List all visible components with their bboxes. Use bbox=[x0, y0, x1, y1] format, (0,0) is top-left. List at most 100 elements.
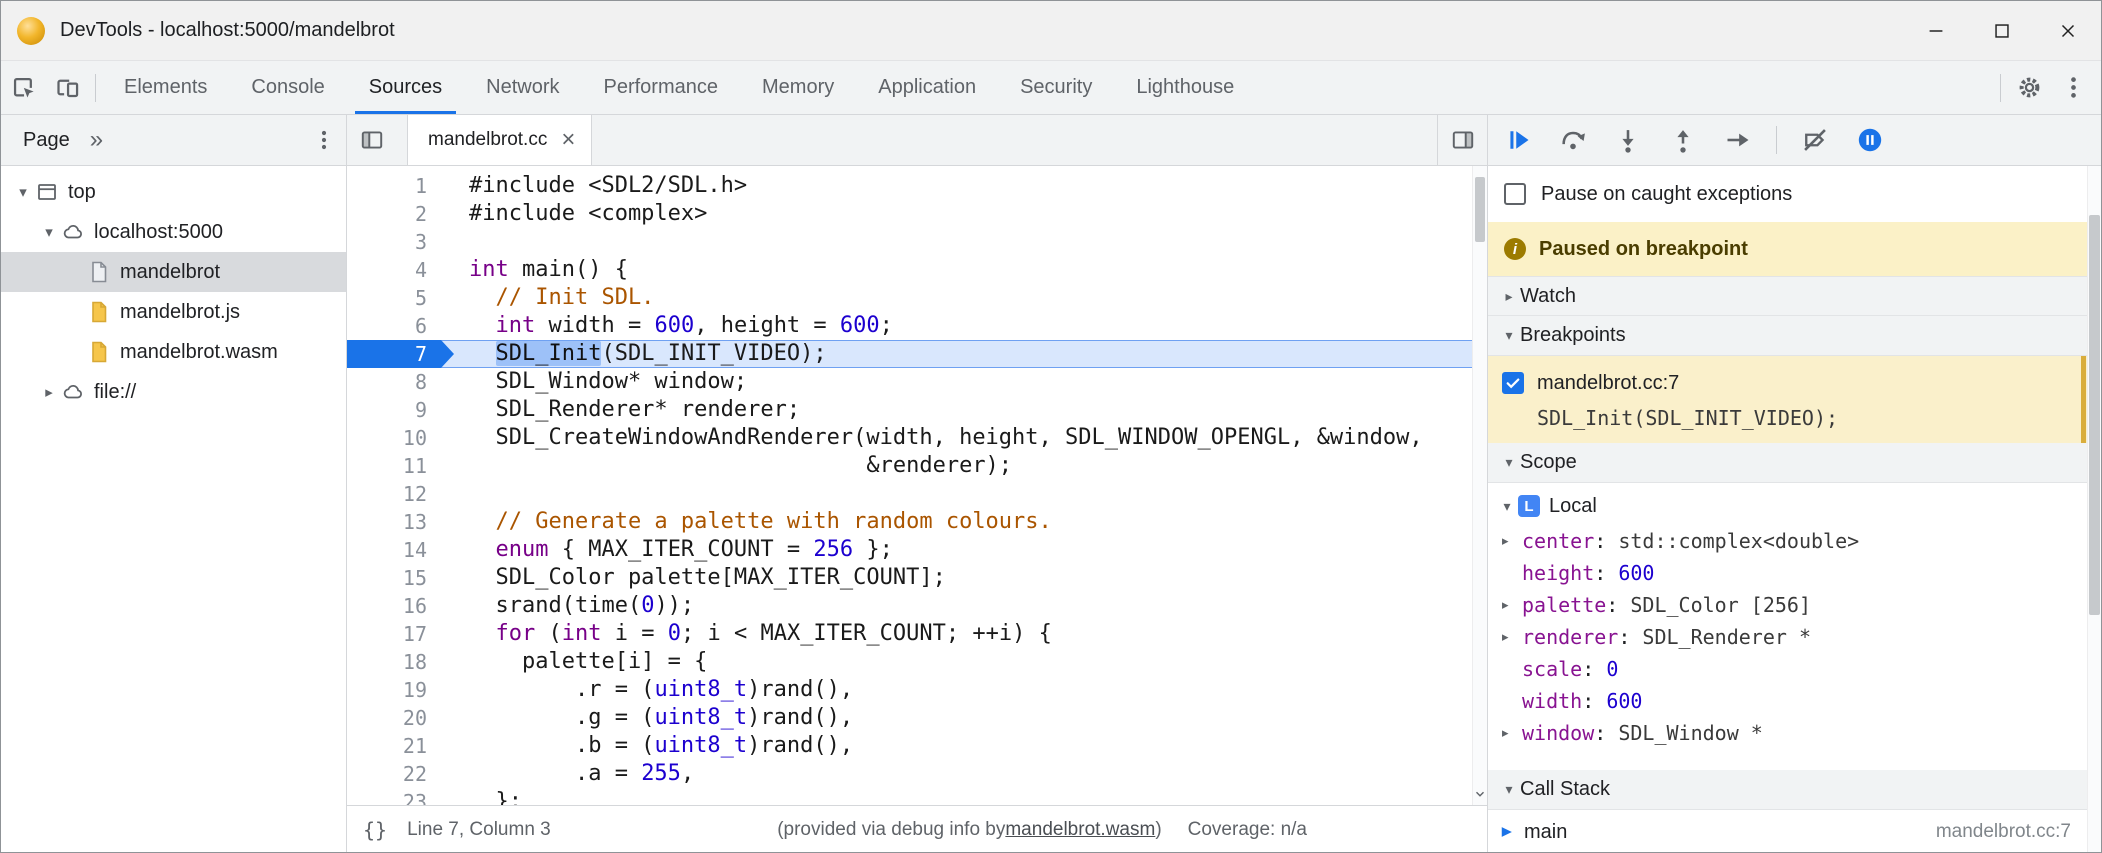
scroll-down-button[interactable] bbox=[1473, 787, 1487, 801]
wasm-link[interactable]: mandelbrot.wasm bbox=[1005, 819, 1155, 841]
line-number[interactable]: 17 bbox=[347, 620, 441, 648]
line-number[interactable]: 2 bbox=[347, 200, 441, 228]
code-text[interactable]: // Generate a palette with random colour… bbox=[441, 508, 1487, 536]
navigator-menu-button[interactable] bbox=[302, 115, 346, 165]
device-toolbar-button[interactable] bbox=[45, 61, 89, 114]
settings-button[interactable] bbox=[2007, 61, 2051, 114]
breakpoint-entry[interactable]: mandelbrot.cc:7 SDL_Init(SDL_INIT_VIDEO)… bbox=[1488, 356, 2101, 443]
code-text[interactable]: for (int i = 0; i < MAX_ITER_COUNT; ++i)… bbox=[441, 620, 1487, 648]
scrollbar-thumb[interactable] bbox=[1475, 177, 1485, 242]
tab-network[interactable]: Network bbox=[464, 61, 581, 114]
inspect-element-button[interactable] bbox=[1, 61, 45, 114]
scrollbar-thumb[interactable] bbox=[2089, 215, 2100, 615]
line-number[interactable]: 20 bbox=[347, 704, 441, 732]
panel-scrollbar[interactable] bbox=[2087, 166, 2101, 853]
code-text[interactable]: SDL_Color palette[MAX_ITER_COUNT]; bbox=[441, 564, 1487, 592]
line-number[interactable]: 12 bbox=[347, 480, 441, 508]
more-options-button[interactable] bbox=[2051, 61, 2095, 114]
code-text[interactable] bbox=[441, 228, 1487, 256]
tab-elements[interactable]: Elements bbox=[102, 61, 229, 114]
more-tabs-icon[interactable]: » bbox=[90, 128, 103, 152]
code-text[interactable]: }; bbox=[441, 788, 1487, 805]
tab-performance[interactable]: Performance bbox=[582, 61, 741, 114]
editor-tab-mandelbrot-cc[interactable]: mandelbrot.cc × bbox=[407, 115, 592, 165]
line-number[interactable]: 6 bbox=[347, 312, 441, 340]
tree-item-mandelbrot-wasm[interactable]: mandelbrot.wasm bbox=[1, 332, 346, 372]
code-editor[interactable]: 1#include <SDL2/SDL.h>2#include <complex… bbox=[347, 166, 1487, 805]
line-number[interactable]: 18 bbox=[347, 648, 441, 676]
code-text[interactable]: SDL_Init(SDL_INIT_VIDEO); bbox=[441, 340, 1487, 368]
scope-var-renderer[interactable]: ▸renderer: SDL_Renderer * bbox=[1488, 621, 2101, 653]
line-number[interactable]: 19 bbox=[347, 676, 441, 704]
line-number[interactable]: 1 bbox=[347, 172, 441, 200]
tree-item-localhost-5000[interactable]: ▾localhost:5000 bbox=[1, 212, 346, 252]
line-number[interactable]: 22 bbox=[347, 760, 441, 788]
tree-item-mandelbrot[interactable]: mandelbrot bbox=[1, 252, 346, 292]
toggle-debugger-sidebar-button[interactable] bbox=[1437, 115, 1487, 165]
code-text[interactable] bbox=[441, 480, 1487, 508]
resume-button[interactable] bbox=[1500, 122, 1536, 158]
breakpoint-checkbox[interactable] bbox=[1502, 372, 1524, 394]
editor-scrollbar[interactable] bbox=[1472, 166, 1487, 805]
code-text[interactable]: palette[i] = { bbox=[441, 648, 1487, 676]
step-into-button[interactable] bbox=[1610, 122, 1646, 158]
pause-on-caught-checkbox[interactable] bbox=[1504, 183, 1526, 205]
tree-item-mandelbrot-js[interactable]: mandelbrot.js bbox=[1, 292, 346, 332]
code-text[interactable]: SDL_CreateWindowAndRenderer(width, heigh… bbox=[441, 424, 1487, 452]
line-number[interactable]: 9 bbox=[347, 396, 441, 424]
minimize-button[interactable] bbox=[1903, 1, 1969, 60]
code-text[interactable]: .g = (uint8_t)rand(), bbox=[441, 704, 1487, 732]
deactivate-breakpoints-button[interactable] bbox=[1797, 122, 1833, 158]
code-text[interactable]: SDL_Window* window; bbox=[441, 368, 1487, 396]
step-over-button[interactable] bbox=[1555, 122, 1591, 158]
code-text[interactable]: .a = 255, bbox=[441, 760, 1487, 788]
line-number[interactable]: 7 bbox=[347, 340, 441, 368]
line-number[interactable]: 14 bbox=[347, 536, 441, 564]
section-scope[interactable]: ▾ Scope bbox=[1488, 443, 2101, 483]
code-text[interactable]: .b = (uint8_t)rand(), bbox=[441, 732, 1487, 760]
line-number[interactable]: 21 bbox=[347, 732, 441, 760]
code-text[interactable]: SDL_Renderer* renderer; bbox=[441, 396, 1487, 424]
tab-memory[interactable]: Memory bbox=[740, 61, 856, 114]
tab-lighthouse[interactable]: Lighthouse bbox=[1114, 61, 1256, 114]
tab-page[interactable]: Page bbox=[23, 129, 70, 152]
step-button[interactable] bbox=[1720, 122, 1756, 158]
section-call-stack[interactable]: ▾ Call Stack bbox=[1488, 770, 2101, 810]
tab-sources[interactable]: Sources bbox=[347, 61, 464, 114]
code-text[interactable]: srand(time(0)); bbox=[441, 592, 1487, 620]
section-breakpoints[interactable]: ▾ Breakpoints bbox=[1488, 316, 2101, 356]
tree-item-top[interactable]: ▾top bbox=[1, 172, 346, 212]
line-number[interactable]: 16 bbox=[347, 592, 441, 620]
line-number[interactable]: 10 bbox=[347, 424, 441, 452]
line-number[interactable]: 15 bbox=[347, 564, 441, 592]
line-number[interactable]: 11 bbox=[347, 452, 441, 480]
code-text[interactable]: #include <SDL2/SDL.h> bbox=[441, 172, 1487, 200]
line-number[interactable]: 23 bbox=[347, 788, 441, 805]
code-text[interactable]: int width = 600, height = 600; bbox=[441, 312, 1487, 340]
step-out-button[interactable] bbox=[1665, 122, 1701, 158]
tab-security[interactable]: Security bbox=[998, 61, 1114, 114]
code-text[interactable]: .r = (uint8_t)rand(), bbox=[441, 676, 1487, 704]
scope-var-palette[interactable]: ▸palette: SDL_Color [256] bbox=[1488, 589, 2101, 621]
tab-console[interactable]: Console bbox=[229, 61, 346, 114]
close-button[interactable] bbox=[2035, 1, 2101, 60]
maximize-button[interactable] bbox=[1969, 1, 2035, 60]
format-code-button[interactable]: {} bbox=[363, 818, 387, 842]
scope-var-center[interactable]: ▸center: std::complex<double> bbox=[1488, 525, 2101, 557]
code-text[interactable]: enum { MAX_ITER_COUNT = 256 }; bbox=[441, 536, 1487, 564]
call-stack-frame[interactable]: mainmandelbrot.cc:7 bbox=[1488, 810, 2101, 853]
scope-local-row[interactable]: ▾ L Local bbox=[1488, 487, 2101, 525]
tree-item-file[interactable]: ▸file:// bbox=[1, 372, 346, 412]
tab-application[interactable]: Application bbox=[856, 61, 998, 114]
code-text[interactable]: int main() { bbox=[441, 256, 1487, 284]
code-text[interactable]: #include <complex> bbox=[441, 200, 1487, 228]
line-number[interactable]: 5 bbox=[347, 284, 441, 312]
section-watch[interactable]: ▸ Watch bbox=[1488, 276, 2101, 316]
line-number[interactable]: 8 bbox=[347, 368, 441, 396]
code-text[interactable]: &renderer); bbox=[441, 452, 1487, 480]
line-number[interactable]: 4 bbox=[347, 256, 441, 284]
close-tab-icon[interactable]: × bbox=[561, 128, 575, 152]
line-number[interactable]: 3 bbox=[347, 228, 441, 256]
toggle-navigator-button[interactable] bbox=[347, 115, 397, 165]
code-text[interactable]: // Init SDL. bbox=[441, 284, 1487, 312]
